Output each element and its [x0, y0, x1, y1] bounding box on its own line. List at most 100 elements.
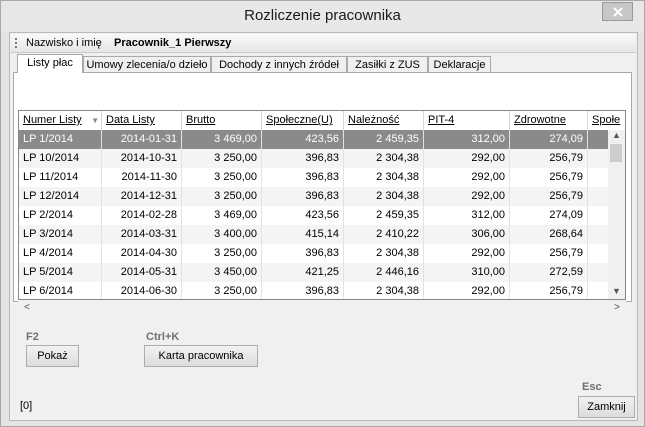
tab-declarations[interactable]: Deklaracje [428, 56, 491, 72]
cell-due: 2 459,35 [344, 130, 424, 149]
cell-due: 2 459,35 [344, 206, 424, 225]
cell-health: 274,09 [510, 130, 588, 149]
card-shortcut: Ctrl+K [146, 331, 180, 343]
vertical-scroll-thumb[interactable] [610, 144, 622, 162]
table-row[interactable]: LP 5/2014 2014-05-31 3 450,00 421,25 2 446,1… [19, 263, 625, 282]
cell-list-number: LP 5/2014 [19, 263, 102, 282]
show-button[interactable]: Pokaż [26, 345, 79, 367]
cell-social: 396,83 [262, 168, 344, 187]
col-header-social-2[interactable]: Społe [588, 111, 625, 130]
cell-social: 396,83 [262, 187, 344, 206]
table-row[interactable]: LP 3/2014 2014-03-31 3 400,00 415,14 2 410,2… [19, 225, 625, 244]
employee-label: Nazwisko i imię [26, 37, 102, 49]
cell-list-date: 2014-01-31 [102, 130, 182, 149]
table-row[interactable]: LP 4/2014 2014-04-30 3 250,00 396,83 2 304,3… [19, 244, 625, 263]
col-header-list-date[interactable]: Data Listy [102, 111, 182, 130]
cell-health: 256,79 [510, 149, 588, 168]
cell-list-date: 2014-03-31 [102, 225, 182, 244]
col-header-pit4[interactable]: PIT-4 [424, 111, 510, 130]
cell-list-number: LP 4/2014 [19, 244, 102, 263]
cell-health: 256,79 [510, 244, 588, 263]
cell-list-date: 2014-05-31 [102, 263, 182, 282]
cell-pit4: 306,00 [424, 225, 510, 244]
cell-list-date: 2014-11-30 [102, 168, 182, 187]
cell-pit4: 310,00 [424, 263, 510, 282]
payroll-tab-panel: Numer Listy ▼ Data Listy Brutto Społeczne… [13, 72, 632, 317]
cell-social: 415,14 [262, 225, 344, 244]
employee-settlement-window: Rozliczenie pracownika Nazwisko i imię P… [0, 0, 645, 427]
cell-health: 256,79 [510, 168, 588, 187]
tab-other-income[interactable]: Dochody z innych źródeł [211, 56, 347, 72]
cell-list-number: LP 2/2014 [19, 206, 102, 225]
cell-list-number: LP 1/2014 [19, 130, 102, 149]
cell-gross: 3 250,00 [182, 168, 262, 187]
cell-gross: 3 250,00 [182, 149, 262, 168]
vertical-scrollbar[interactable]: ▲ ▼ [608, 130, 625, 299]
grip-icon[interactable] [15, 38, 19, 48]
cell-list-date: 2014-12-31 [102, 187, 182, 206]
cell-gross: 3 250,00 [182, 244, 262, 263]
window-close-button[interactable] [602, 2, 633, 21]
cell-due: 2 410,22 [344, 225, 424, 244]
cell-gross: 3 250,00 [182, 187, 262, 206]
close-dialog-button[interactable]: Zamknij [578, 396, 635, 418]
tab-payroll-lists[interactable]: Listy płac [17, 54, 83, 73]
cell-health: 272,59 [510, 263, 588, 282]
grid-header: Numer Listy ▼ Data Listy Brutto Społeczne… [19, 111, 625, 131]
cell-list-date: 2014-06-30 [102, 282, 182, 299]
cell-pit4: 292,00 [424, 282, 510, 299]
cell-list-number: LP 3/2014 [19, 225, 102, 244]
cell-social: 423,56 [262, 206, 344, 225]
table-row[interactable]: LP 11/2014 2014-11-30 3 250,00 396,83 2 304,… [19, 168, 625, 187]
employee-card-button[interactable]: Karta pracownika [144, 345, 258, 367]
window-title: Rozliczenie pracownika [244, 7, 401, 24]
close-shortcut: Esc [582, 381, 602, 393]
client-area: Nazwisko i imię Pracownik_1 Pierwszy Lis… [9, 32, 638, 421]
scroll-up-icon[interactable]: ▲ [608, 130, 625, 144]
table-row[interactable]: LP 2/2014 2014-02-28 3 469,00 423,56 2 459,3… [19, 206, 625, 225]
cell-health: 268,64 [510, 225, 588, 244]
cell-due: 2 446,16 [344, 263, 424, 282]
col-header-gross[interactable]: Brutto [182, 111, 262, 130]
table-row[interactable]: LP 1/2014 2014-01-31 3 469,00 423,56 2 459,3… [19, 130, 625, 149]
payroll-grid[interactable]: Numer Listy ▼ Data Listy Brutto Społeczne… [18, 110, 626, 300]
col-header-health[interactable]: Zdrowotne [510, 111, 588, 130]
cell-due: 2 304,38 [344, 244, 424, 263]
scroll-down-icon[interactable]: ▼ [608, 286, 625, 299]
cell-pit4: 312,00 [424, 130, 510, 149]
employee-toolbar: Nazwisko i imię Pracownik_1 Pierwszy [11, 34, 636, 53]
table-row[interactable]: LP 10/2014 2014-10-31 3 250,00 396,83 2 304,… [19, 149, 625, 168]
cell-due: 2 304,38 [344, 187, 424, 206]
cell-due: 2 304,38 [344, 149, 424, 168]
title-bar: Rozliczenie pracownika [1, 1, 644, 31]
cell-gross: 3 469,00 [182, 130, 262, 149]
cell-due: 2 304,38 [344, 168, 424, 187]
col-header-social[interactable]: Społeczne(U) [262, 111, 344, 130]
cell-social: 423,56 [262, 130, 344, 149]
filter-icon[interactable]: ▼ [91, 116, 99, 125]
tab-contracts[interactable]: Umowy zlecenia/o dzieło [83, 56, 211, 72]
cell-health: 256,79 [510, 187, 588, 206]
cell-pit4: 292,00 [424, 187, 510, 206]
horizontal-scrollbar[interactable]: < > [18, 300, 626, 317]
table-row[interactable]: LP 12/2014 2014-12-31 3 250,00 396,83 2 304,… [19, 187, 625, 206]
cell-list-date: 2014-02-28 [102, 206, 182, 225]
cell-pit4: 292,00 [424, 168, 510, 187]
cell-pit4: 292,00 [424, 244, 510, 263]
scroll-left-icon[interactable]: < [20, 302, 34, 316]
cell-list-number: LP 12/2014 [19, 187, 102, 206]
tab-zus-benefits[interactable]: Zasiłki z ZUS [347, 56, 428, 72]
col-header-list-number[interactable]: Numer Listy ▼ [19, 111, 102, 130]
record-count: [0] [20, 400, 33, 412]
cell-health: 274,09 [510, 206, 588, 225]
cell-due: 2 304,38 [344, 282, 424, 299]
employee-name: Pracownik_1 Pierwszy [114, 37, 232, 49]
cell-pit4: 292,00 [424, 149, 510, 168]
table-row[interactable]: LP 6/2014 2014-06-30 3 250,00 396,83 2 304,3… [19, 282, 625, 299]
col-header-due[interactable]: Należność [344, 111, 424, 130]
cell-social: 421,25 [262, 263, 344, 282]
cell-social: 396,83 [262, 244, 344, 263]
cell-list-number: LP 6/2014 [19, 282, 102, 299]
scroll-right-icon[interactable]: > [610, 302, 624, 316]
cell-social: 396,83 [262, 149, 344, 168]
